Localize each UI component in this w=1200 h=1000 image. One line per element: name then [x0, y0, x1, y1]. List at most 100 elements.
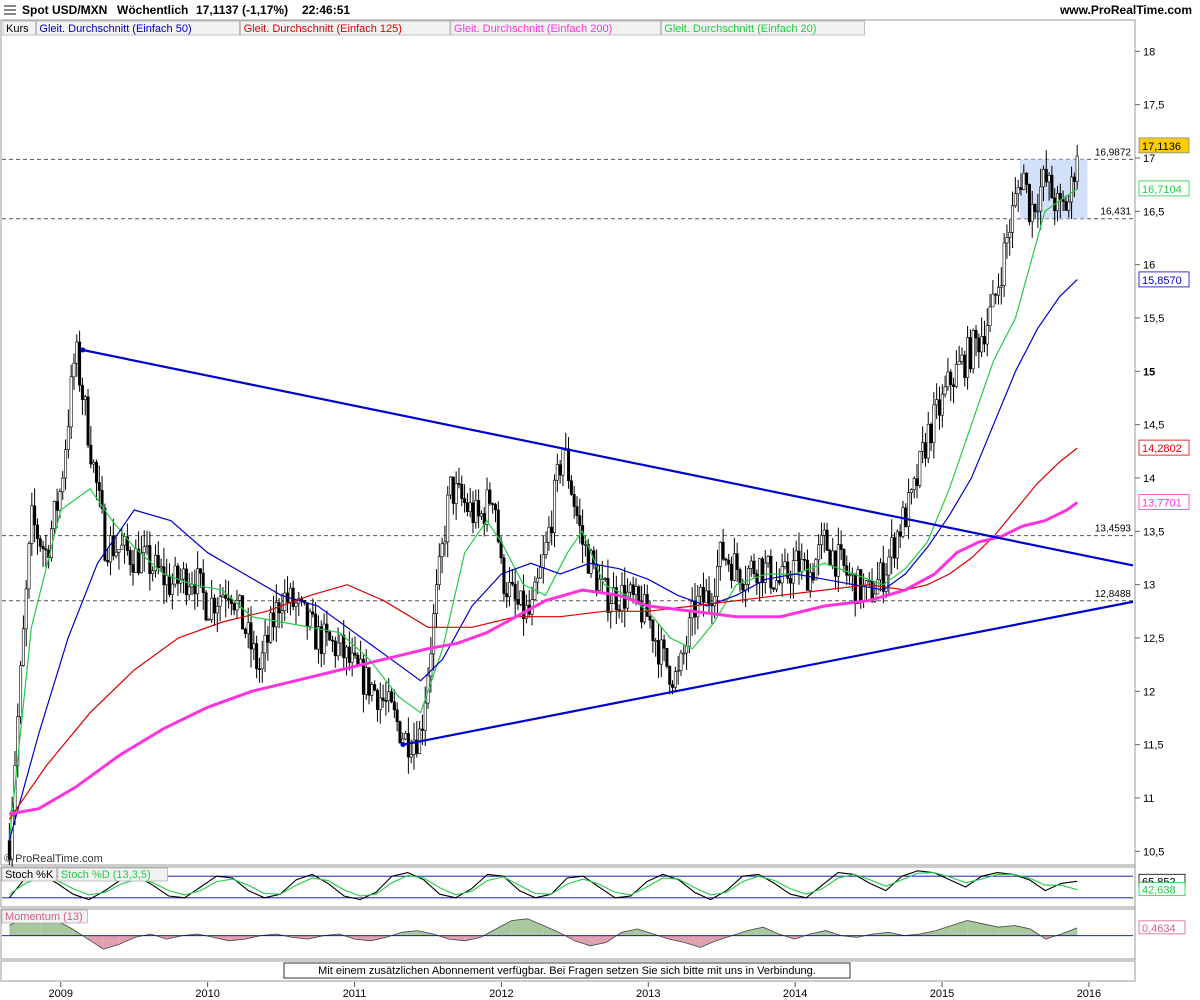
- candle-body: [378, 697, 382, 710]
- candle-body: [921, 442, 925, 452]
- candle-body: [159, 566, 163, 569]
- candle-body: [92, 461, 96, 465]
- candle-body: [434, 584, 438, 614]
- momentum-legend: Momentum (13): [1, 909, 88, 924]
- candle-body: [72, 362, 76, 378]
- candle-body: [502, 557, 506, 594]
- candle-body: [170, 583, 174, 595]
- candle-body: [805, 559, 809, 591]
- y-tick-label: 12,5: [1143, 633, 1164, 645]
- candle-body: [120, 544, 124, 550]
- candle-body: [94, 461, 98, 483]
- value-label-ma200: 13,7701: [1142, 498, 1182, 510]
- x-tick-label: 2016: [1077, 988, 1101, 1000]
- candle-body: [443, 541, 447, 545]
- candle-body: [836, 544, 840, 577]
- candle-body: [968, 337, 972, 370]
- y-tick-label: 12: [1143, 686, 1155, 698]
- candle-body: [44, 548, 48, 551]
- x-tick-label: 2013: [636, 988, 660, 1000]
- lower-trendline-anchor: [400, 742, 406, 748]
- candle-body: [617, 609, 621, 612]
- candle-body: [831, 550, 835, 566]
- candle-body: [80, 384, 84, 400]
- x-tick-label: 2010: [195, 988, 219, 1000]
- candle-body: [246, 622, 250, 634]
- candle-body: [168, 575, 172, 595]
- candle-body: [814, 559, 818, 581]
- candle-body: [406, 733, 410, 758]
- y-tick-label: 14,5: [1143, 420, 1164, 432]
- momentum-area: [511, 918, 528, 936]
- x-tick-label: 2011: [343, 988, 367, 1000]
- candle-body: [114, 551, 118, 557]
- candle-body: [182, 568, 186, 580]
- candle-body: [252, 643, 256, 650]
- candle-body: [701, 587, 705, 603]
- candle-body: [1005, 237, 1009, 244]
- candle-body: [800, 559, 804, 573]
- y-tick-label: 18: [1143, 46, 1155, 58]
- candle-body: [210, 597, 214, 620]
- candle-body: [420, 728, 424, 731]
- candle-body: [848, 574, 852, 577]
- candle-body: [1019, 187, 1023, 190]
- candle-body: [367, 667, 371, 696]
- y-tick-label: 16,5: [1143, 206, 1164, 218]
- y-tick-label: 13,5: [1143, 526, 1164, 538]
- candle-body: [58, 491, 62, 511]
- candle-body: [347, 646, 351, 663]
- x-tick-label: 2012: [489, 988, 513, 1000]
- candle-body: [977, 337, 981, 353]
- candle-body: [319, 626, 323, 654]
- momentum-legend-label: Momentum (13): [5, 911, 83, 923]
- candle-body: [696, 595, 700, 618]
- drag-handle-icon[interactable]: [4, 5, 16, 15]
- candle-body: [215, 605, 219, 614]
- watermark: © ProRealTime.com: [4, 853, 103, 865]
- candle-body: [671, 684, 675, 688]
- candle-body: [940, 393, 944, 416]
- candle-body: [345, 646, 349, 659]
- candle-body: [513, 583, 517, 600]
- notice-text[interactable]: Mit einem zusätzlichen Abonnement verfüg…: [318, 965, 816, 977]
- candle-body: [648, 616, 652, 621]
- candle-body: [749, 560, 753, 569]
- candle-body: [603, 578, 607, 580]
- candle-body: [825, 529, 829, 551]
- candle-body: [201, 572, 205, 593]
- candle-body: [66, 426, 70, 450]
- candle-body: [780, 566, 784, 584]
- y-tick-label: 11,5: [1143, 740, 1164, 752]
- candle-body: [516, 599, 520, 605]
- candle-body: [839, 544, 843, 550]
- candle-body: [381, 697, 385, 701]
- candle-body: [198, 568, 202, 574]
- candle-body: [909, 489, 913, 493]
- candle-body: [555, 464, 559, 481]
- price-change: 17,1137 (-1,17%): [196, 3, 288, 17]
- brand-link[interactable]: www.ProRealTime.com: [1059, 3, 1192, 17]
- candle-body: [901, 507, 905, 537]
- candle-body: [946, 371, 950, 388]
- candle-body: [721, 541, 725, 560]
- candle-body: [1025, 172, 1029, 185]
- candle-body: [1047, 174, 1051, 183]
- x-tick-label: 2014: [783, 988, 807, 1000]
- y-tick-label: 11: [1143, 793, 1154, 805]
- candle-body: [280, 610, 284, 614]
- clock-time: 22:46:51: [302, 3, 350, 17]
- candle-body: [637, 586, 641, 602]
- candle-body: [1027, 184, 1031, 223]
- candle-body: [957, 361, 961, 365]
- y-axis: 18 17,5 17 16,5 16 15,5 15 14,5 14 13,5 13 12,5 12 11…: [1134, 20, 1164, 960]
- candle-body: [221, 594, 225, 598]
- candle-body: [1050, 174, 1054, 199]
- candle-body: [1058, 192, 1062, 200]
- candle-body: [895, 531, 899, 559]
- candle-body: [949, 371, 953, 386]
- candle-body: [777, 580, 781, 584]
- y-tick-label: 17,5: [1143, 100, 1164, 112]
- candle-body: [808, 572, 812, 591]
- candle-body: [685, 646, 689, 654]
